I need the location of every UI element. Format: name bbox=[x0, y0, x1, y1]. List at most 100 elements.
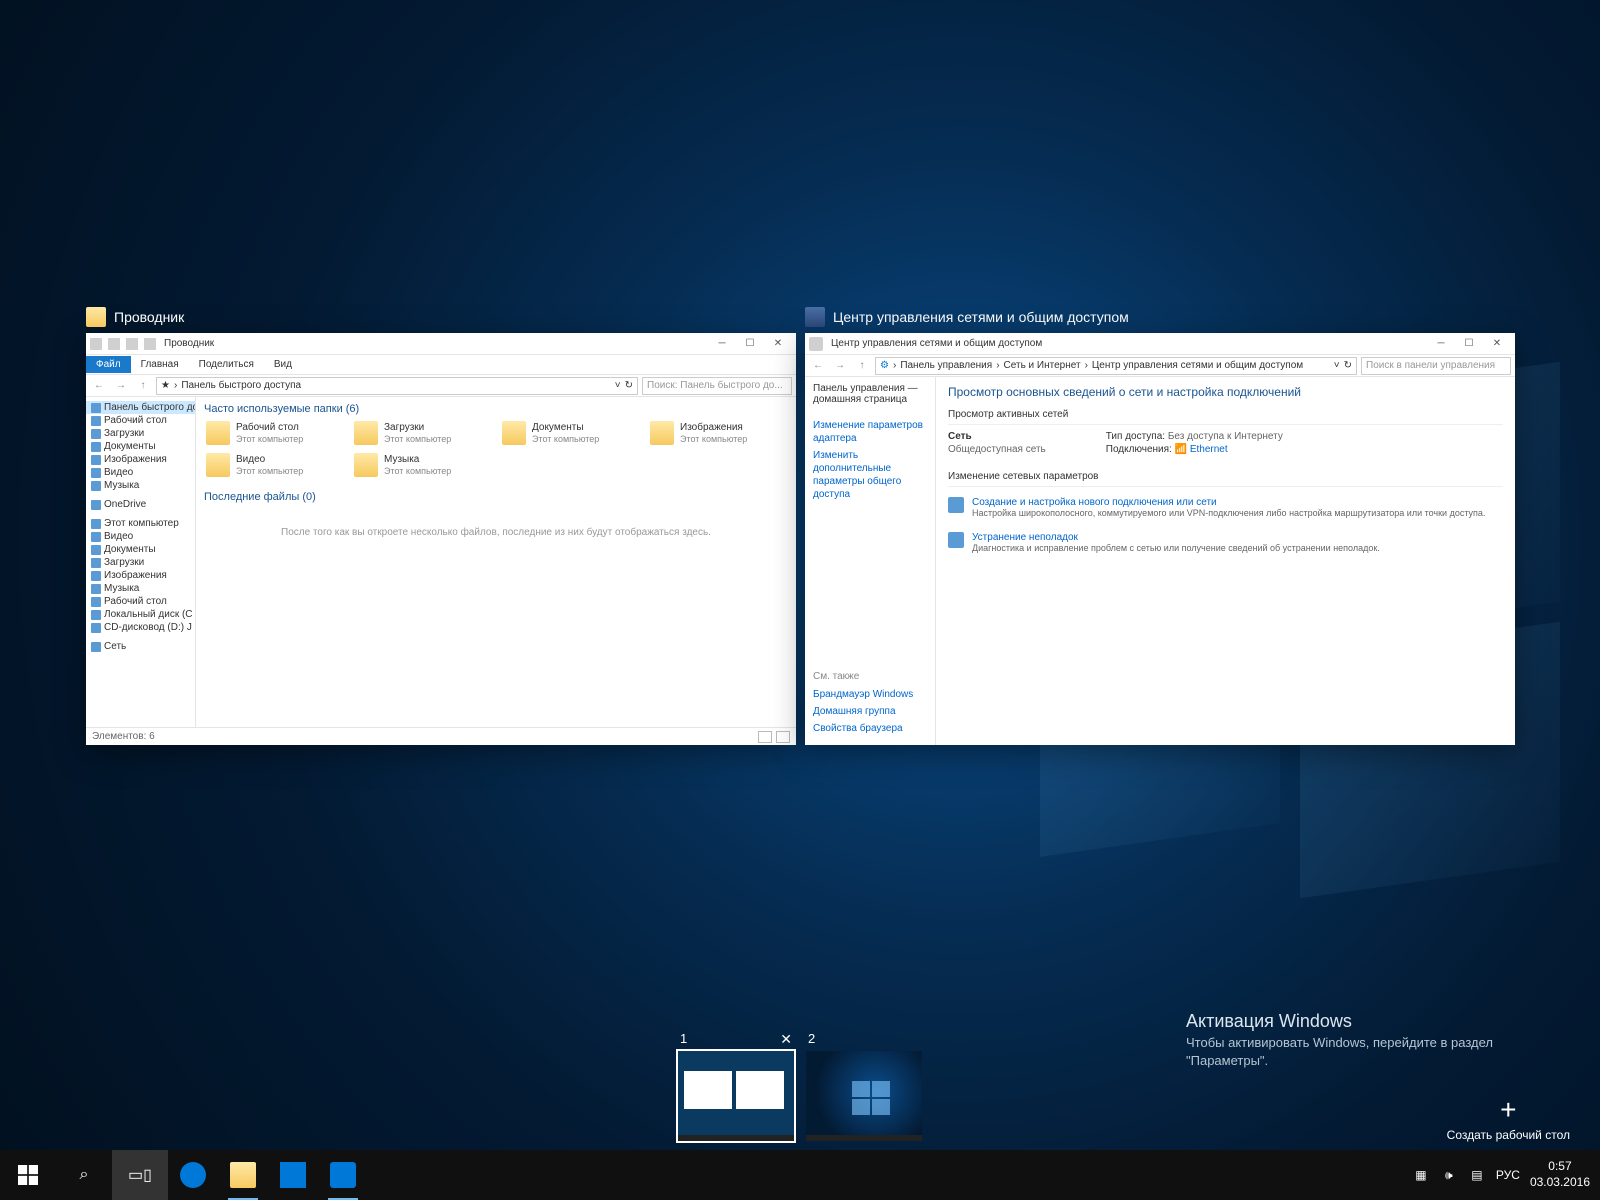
folder-item[interactable]: ВидеоЭтот компьютер bbox=[204, 451, 344, 479]
ribbon-share[interactable]: Поделиться bbox=[189, 356, 264, 373]
footer-link[interactable]: Домашняя группа bbox=[813, 703, 913, 720]
search-input[interactable]: Поиск: Панель быстрого до... bbox=[642, 377, 792, 395]
sidebar-item[interactable]: Локальный диск (C bbox=[86, 608, 195, 621]
sidebar-item[interactable]: Изображения bbox=[86, 569, 195, 582]
folder-item[interactable]: ЗагрузкиЭтот компьютер bbox=[352, 419, 492, 447]
maximize-button[interactable]: ☐ bbox=[736, 334, 764, 354]
taskbar-app-store[interactable] bbox=[268, 1150, 318, 1200]
preview-header: Центр управления сетями и общим доступом bbox=[805, 303, 1515, 333]
network-center-icon bbox=[805, 307, 825, 327]
sidebar-network[interactable]: Сеть bbox=[86, 640, 195, 653]
sidebar-item[interactable]: Рабочий стол bbox=[86, 414, 195, 427]
explorer-main: Часто используемые папки (6) Рабочий сто… bbox=[196, 397, 796, 727]
windows-icon bbox=[18, 1165, 38, 1185]
new-desktop-button[interactable]: + Создать рабочий стол bbox=[1447, 1096, 1570, 1142]
task-preview-explorer[interactable]: Проводник Проводник ─ ☐ ✕ Файл Главная П… bbox=[86, 303, 796, 745]
folder-icon bbox=[354, 421, 378, 445]
folder-item[interactable]: МузыкаЭтот компьютер bbox=[352, 451, 492, 479]
task-view-icon: ▭▯ bbox=[128, 1165, 152, 1185]
sidebar-onedrive[interactable]: OneDrive bbox=[86, 498, 195, 511]
folder-icon bbox=[206, 421, 230, 445]
close-button[interactable]: ✕ bbox=[1483, 334, 1511, 354]
ribbon-file[interactable]: Файл bbox=[86, 356, 131, 373]
active-networks-heading: Просмотр активных сетей bbox=[948, 405, 1503, 425]
explorer-window: Проводник ─ ☐ ✕ Файл Главная Поделиться … bbox=[86, 333, 796, 745]
search-input[interactable]: Поиск в панели управления bbox=[1361, 357, 1511, 375]
network-window: Центр управления сетями и общим доступом… bbox=[805, 333, 1515, 745]
footer-link[interactable]: Брандмауэр Windows bbox=[813, 686, 913, 703]
nav-back-icon[interactable]: ← bbox=[809, 357, 827, 375]
tray-notifications-icon[interactable]: ▤ bbox=[1468, 1166, 1486, 1184]
close-desktop-icon[interactable]: ✕ bbox=[780, 1031, 792, 1048]
sidebar-item[interactable]: CD-дисковод (D:) J bbox=[86, 621, 195, 634]
virtual-desktops-bar: 1 ✕ 2 bbox=[0, 1042, 1600, 1150]
desktop-thumbnail-2[interactable]: 2 bbox=[806, 1051, 922, 1141]
taskbar-app-settings[interactable] bbox=[318, 1150, 368, 1200]
nav-forward-icon[interactable]: → bbox=[831, 357, 849, 375]
start-button[interactable] bbox=[0, 1150, 56, 1200]
clock[interactable]: 0:57 03.03.2016 bbox=[1530, 1159, 1590, 1190]
nav-up-icon[interactable]: ↑ bbox=[853, 357, 871, 375]
folder-item[interactable]: ДокументыЭтот компьютер bbox=[500, 419, 640, 447]
folder-icon bbox=[354, 453, 378, 477]
language-indicator[interactable]: РУС bbox=[1496, 1168, 1520, 1182]
task-link[interactable]: Создание и настройка нового подключения … bbox=[972, 497, 1485, 508]
explorer-sidebar: Панель быстрого дос Рабочий стол Загрузк… bbox=[86, 397, 196, 727]
sidebar-item[interactable]: Документы bbox=[86, 440, 195, 453]
taskbar-app-edge[interactable] bbox=[168, 1150, 218, 1200]
preview-title: Центр управления сетями и общим доступом bbox=[833, 309, 1129, 325]
sidebar-item[interactable]: Рабочий стол bbox=[86, 595, 195, 608]
view-large-icon[interactable] bbox=[776, 731, 790, 743]
sidebar-item[interactable]: Видео bbox=[86, 530, 195, 543]
nav-up-icon[interactable]: ↑ bbox=[134, 377, 152, 395]
taskbar-app-explorer[interactable] bbox=[218, 1150, 268, 1200]
sidebar-link[interactable]: Изменить дополнительные параметры общего… bbox=[813, 447, 927, 503]
folder-icon bbox=[650, 421, 674, 445]
address-bar[interactable]: ★›Панель быстрого доступа ˅↻ bbox=[156, 377, 638, 395]
preview-header: Проводник bbox=[86, 303, 796, 333]
search-icon: ⌕ bbox=[80, 1166, 89, 1184]
maximize-button[interactable]: ☐ bbox=[1455, 334, 1483, 354]
ribbon-view[interactable]: Вид bbox=[264, 356, 302, 373]
sidebar-item[interactable]: Видео bbox=[86, 466, 195, 479]
close-button[interactable]: ✕ bbox=[764, 334, 792, 354]
edge-icon bbox=[180, 1162, 206, 1188]
system-tray: ▦ 🕪 ▤ РУС 0:57 03.03.2016 bbox=[1412, 1159, 1600, 1190]
status-text: Элементов: 6 bbox=[92, 731, 155, 742]
address-bar[interactable]: ⚙ ›Панель управления ›Сеть и Интернет ›Ц… bbox=[875, 357, 1357, 375]
view-details-icon[interactable] bbox=[758, 731, 772, 743]
ribbon-home[interactable]: Главная bbox=[131, 356, 189, 373]
footer-link[interactable]: Свойства браузера bbox=[813, 720, 913, 737]
desktop-thumbnail-1[interactable]: 1 ✕ bbox=[678, 1051, 794, 1141]
task-preview-network-center[interactable]: Центр управления сетями и общим доступом… bbox=[805, 303, 1515, 745]
sidebar-item[interactable]: Загрузки bbox=[86, 427, 195, 440]
nav-forward-icon[interactable]: → bbox=[112, 377, 130, 395]
sidebar-item[interactable]: Документы bbox=[86, 543, 195, 556]
sidebar-link[interactable]: Изменение параметров адаптера bbox=[813, 417, 927, 447]
search-button[interactable]: ⌕ bbox=[56, 1150, 112, 1200]
task-link[interactable]: Устранение неполадок bbox=[972, 532, 1380, 543]
sidebar-quick-access[interactable]: Панель быстрого дос bbox=[86, 401, 195, 414]
sidebar-item[interactable]: Загрузки bbox=[86, 556, 195, 569]
sidebar-item[interactable]: Изображения bbox=[86, 453, 195, 466]
troubleshoot-icon bbox=[948, 532, 964, 548]
titlebar: Проводник ─ ☐ ✕ bbox=[86, 333, 796, 355]
tray-volume-icon[interactable]: 🕪 bbox=[1440, 1166, 1458, 1184]
nav-back-icon[interactable]: ← bbox=[90, 377, 108, 395]
minimize-button[interactable]: ─ bbox=[1427, 334, 1455, 354]
settings-icon bbox=[330, 1162, 356, 1188]
recent-section: Последние файлы (0) bbox=[204, 489, 788, 507]
sidebar-thispc[interactable]: Этот компьютер bbox=[86, 517, 195, 530]
folder-item[interactable]: ИзображенияЭтот компьютер bbox=[648, 419, 788, 447]
ethernet-link[interactable]: Ethernet bbox=[1190, 444, 1228, 455]
tray-network-icon[interactable]: ▦ bbox=[1412, 1166, 1430, 1184]
sidebar-item[interactable]: Музыка bbox=[86, 479, 195, 492]
task-view-button[interactable]: ▭▯ bbox=[112, 1150, 168, 1200]
network-settings-heading: Изменение сетевых параметров bbox=[948, 467, 1503, 487]
folder-item[interactable]: Рабочий столЭтот компьютер bbox=[204, 419, 344, 447]
minimize-button[interactable]: ─ bbox=[708, 334, 736, 354]
taskbar: ⌕ ▭▯ ▦ 🕪 ▤ РУС 0:57 03.03.2016 bbox=[0, 1150, 1600, 1200]
folder-icon bbox=[206, 453, 230, 477]
sidebar-item[interactable]: Музыка bbox=[86, 582, 195, 595]
store-icon bbox=[280, 1162, 306, 1188]
